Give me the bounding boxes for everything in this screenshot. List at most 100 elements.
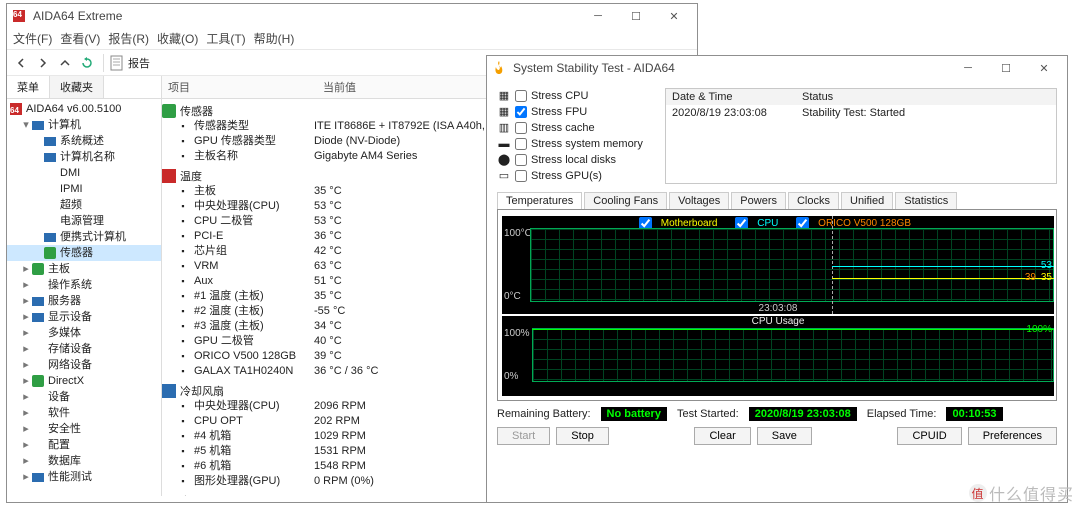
sst-footer: Remaining Battery: No battery Test Start…	[497, 407, 1057, 421]
menu-item[interactable]: 工具(T)	[206, 30, 245, 47]
stress-option[interactable]: ▬Stress system memory	[497, 136, 657, 152]
close-button[interactable]: ✕	[655, 5, 693, 27]
tree-node[interactable]: 传感器	[7, 245, 161, 261]
tree-node[interactable]: ▸显示设备	[7, 309, 161, 325]
sst-tab[interactable]: Cooling Fans	[584, 192, 667, 209]
sst-titlebar: System Stability Test - AIDA64 ─ ☐ ✕	[487, 56, 1067, 80]
tree-panel: 菜单 收藏夹 64AIDA64 v6.00.5100 ▾计算机系统概述计算机名称…	[7, 76, 162, 496]
tree-node[interactable]: ▸配置	[7, 437, 161, 453]
g2-y-bot: 0%	[504, 371, 518, 382]
menu-item[interactable]: 收藏(O)	[157, 30, 198, 47]
tree-node[interactable]: ▸操作系统	[7, 277, 161, 293]
y-bot: 0°C	[504, 291, 521, 302]
menu-item[interactable]: 帮助(H)	[254, 30, 295, 47]
tree-node[interactable]: 系统概述	[7, 133, 161, 149]
tree-node[interactable]: ▸软件	[7, 405, 161, 421]
status-box: Date & Time Status 2020/8/19 23:03:08 St…	[665, 88, 1057, 184]
status-col-status: Status	[796, 89, 1056, 105]
menu-item[interactable]: 文件(F)	[13, 30, 52, 47]
graph-val-cpu: 53	[1041, 260, 1052, 271]
app-icon: 64	[11, 8, 27, 24]
tree-root[interactable]: 64AIDA64 v6.00.5100	[7, 101, 161, 117]
col-header-item: 项目	[162, 76, 317, 99]
remaining-battery-value: No battery	[601, 407, 667, 421]
stress-option[interactable]: ⬤Stress local disks	[497, 152, 657, 168]
g2-val: 100%	[1026, 324, 1052, 335]
cpu-usage-graph: CPU Usage 100% 0% 100%	[502, 316, 1054, 396]
tree-node[interactable]: ▸主板	[7, 261, 161, 277]
sst-close-button[interactable]: ✕	[1025, 57, 1063, 79]
x-label: 23:03:08	[759, 303, 798, 314]
report-icon	[110, 55, 124, 71]
cpuid-button[interactable]: CPUID	[897, 427, 961, 445]
nav-back-button[interactable]	[11, 53, 31, 73]
tree[interactable]: 64AIDA64 v6.00.5100 ▾计算机系统概述计算机名称DMIIPMI…	[7, 99, 161, 487]
status-datetime: 2020/8/19 23:03:08	[666, 105, 796, 121]
refresh-button[interactable]	[77, 53, 97, 73]
status-col-datetime: Date & Time	[666, 89, 796, 105]
tree-node[interactable]: 超频	[7, 197, 161, 213]
elapsed-time-value: 00:10:53	[946, 407, 1002, 421]
tree-node[interactable]: ▸数据库	[7, 453, 161, 469]
tree-node[interactable]: ▸服务器	[7, 293, 161, 309]
test-started-label: Test Started:	[677, 408, 739, 420]
sst-tab[interactable]: Clocks	[788, 192, 839, 209]
tree-node[interactable]: ▸设备	[7, 389, 161, 405]
nav-forward-button[interactable]	[33, 53, 53, 73]
tab-menu[interactable]: 菜单	[7, 76, 50, 98]
stop-button[interactable]: Stop	[556, 427, 609, 445]
graph-area: Motherboard CPU ORICO V500 128GB 100°C 0…	[497, 209, 1057, 401]
tree-node[interactable]: 便携式计算机	[7, 229, 161, 245]
tree-node[interactable]: ▾计算机	[7, 117, 161, 133]
tree-node[interactable]: 计算机名称	[7, 149, 161, 165]
tree-node[interactable]: ▸网络设备	[7, 357, 161, 373]
preferences-button[interactable]: Preferences	[968, 427, 1057, 445]
report-label: 报告	[128, 55, 150, 71]
sst-tab[interactable]: Temperatures	[497, 192, 582, 209]
sst-minimize-button[interactable]: ─	[949, 57, 987, 79]
minimize-button[interactable]: ─	[579, 5, 617, 27]
g2-y-top: 100%	[504, 328, 530, 339]
tree-node[interactable]: ▸性能测试	[7, 469, 161, 485]
tree-node[interactable]: IPMI	[7, 181, 161, 197]
report-button[interactable]: 报告	[110, 55, 150, 71]
watermark-icon: 值	[969, 484, 987, 502]
menu-item[interactable]: 查看(V)	[60, 30, 100, 47]
watermark: 值 什么值得买	[969, 481, 1074, 505]
sst-window: System Stability Test - AIDA64 ─ ☐ ✕ ▦St…	[486, 55, 1068, 503]
window-title: AIDA64 Extreme	[33, 9, 579, 23]
titlebar: 64 AIDA64 Extreme ─ ☐ ✕	[7, 4, 697, 28]
tab-favorites[interactable]: 收藏夹	[50, 76, 104, 98]
sst-maximize-button[interactable]: ☐	[987, 57, 1025, 79]
clear-button[interactable]: Clear	[694, 427, 750, 445]
sst-tab[interactable]: Unified	[841, 192, 893, 209]
sst-title: System Stability Test - AIDA64	[513, 61, 949, 75]
graph-val-mb: 35	[1041, 272, 1052, 283]
stress-option[interactable]: ▦Stress CPU	[497, 88, 657, 104]
tree-node[interactable]: DMI	[7, 165, 161, 181]
sst-tab[interactable]: Statistics	[895, 192, 957, 209]
tree-node[interactable]: 电源管理	[7, 213, 161, 229]
tree-node[interactable]: ▸DirectX	[7, 373, 161, 389]
y-top: 100°C	[504, 228, 532, 239]
start-button[interactable]: Start	[497, 427, 550, 445]
stress-option[interactable]: ▥Stress cache	[497, 120, 657, 136]
flame-icon	[491, 60, 507, 76]
temperature-graph: Motherboard CPU ORICO V500 128GB 100°C 0…	[502, 216, 1054, 314]
sst-tabs: TemperaturesCooling FansVoltagesPowersCl…	[497, 192, 1057, 209]
tree-node[interactable]: ▸多媒体	[7, 325, 161, 341]
sst-tab[interactable]: Powers	[731, 192, 786, 209]
status-text: Stability Test: Started	[796, 105, 1056, 121]
stress-option[interactable]: ▭Stress GPU(s)	[497, 168, 657, 184]
tree-node[interactable]: ▸安全性	[7, 421, 161, 437]
stress-option[interactable]: ▦Stress FPU	[497, 104, 657, 120]
save-button[interactable]: Save	[757, 427, 812, 445]
maximize-button[interactable]: ☐	[617, 5, 655, 27]
menu-item[interactable]: 报告(R)	[108, 30, 149, 47]
tree-node[interactable]: ▸存储设备	[7, 341, 161, 357]
sst-tab[interactable]: Voltages	[669, 192, 729, 209]
test-started-value: 2020/8/19 23:03:08	[749, 407, 857, 421]
nav-up-button[interactable]	[55, 53, 75, 73]
remaining-battery-label: Remaining Battery:	[497, 408, 591, 420]
elapsed-time-label: Elapsed Time:	[867, 408, 937, 420]
